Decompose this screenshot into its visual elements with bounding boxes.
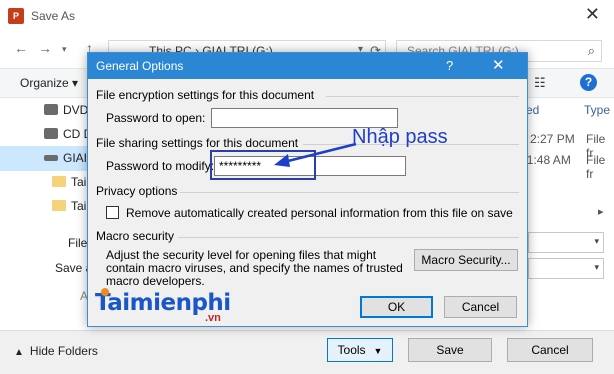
- back-arrow-icon[interactable]: ←: [14, 40, 28, 56]
- nav-item-folder-2[interactable]: Tair: [0, 194, 96, 219]
- save-as-footer: ▲ Hide Folders Tools ▼ Save Cancel: [0, 330, 614, 374]
- ok-button[interactable]: OK: [360, 296, 433, 318]
- hide-folders-label: Hide Folders: [29, 344, 98, 358]
- window-title: Save As: [31, 9, 76, 23]
- recent-dropdown-icon[interactable]: ▾: [62, 44, 67, 55]
- chevron-up-icon: ▲: [14, 347, 24, 358]
- help-icon[interactable]: ?: [580, 74, 597, 91]
- annotation-arrow-icon: [274, 142, 357, 167]
- tools-label: Tools: [337, 343, 366, 357]
- divider: [178, 237, 519, 238]
- divider: [326, 96, 519, 97]
- privacy-header: Privacy options: [96, 184, 178, 198]
- password-open-input[interactable]: [211, 108, 398, 128]
- nav-item-label: GIAI: [63, 151, 88, 165]
- encryption-header: File encryption settings for this docume…: [96, 88, 315, 102]
- chevron-down-icon[interactable]: ▾: [594, 262, 599, 273]
- cd-drive-icon: [44, 128, 58, 139]
- folder-icon: [52, 176, 66, 187]
- nav-item-cd[interactable]: CD D: [0, 122, 96, 147]
- column-header-type[interactable]: Type: [584, 103, 610, 117]
- forward-arrow-icon[interactable]: →: [38, 40, 52, 56]
- row-type: File fr: [586, 153, 606, 181]
- file-name-input[interactable]: ▾: [528, 232, 604, 253]
- privacy-checkbox[interactable]: [106, 206, 119, 219]
- drive-icon: [44, 155, 58, 161]
- sharing-header: File sharing settings for this document: [96, 136, 299, 150]
- general-options-dialog: General Options ? ✕ File encryption sett…: [87, 52, 528, 327]
- nav-item-folder-1[interactable]: Tain: [0, 170, 96, 195]
- password-modify-label: Password to modify:: [106, 159, 215, 173]
- logo-dot-icon: [101, 288, 109, 296]
- nav-item-giai[interactable]: GIAI: [0, 146, 96, 171]
- organize-button[interactable]: Organize ▾: [20, 76, 78, 90]
- folder-icon: [52, 200, 66, 211]
- chevron-down-icon[interactable]: ▾: [594, 236, 599, 247]
- close-icon[interactable]: ✕: [585, 4, 600, 25]
- row-time: 11:48 AM: [521, 153, 571, 167]
- divider: [180, 192, 519, 193]
- annotation-label: Nhập pass: [352, 126, 448, 148]
- tools-button[interactable]: Tools ▼: [327, 338, 393, 362]
- hide-folders-button[interactable]: ▲ Hide Folders: [14, 344, 98, 358]
- logo-suffix: .vn: [205, 312, 221, 324]
- view-options-icon[interactable]: ☷: [534, 75, 546, 91]
- search-icon: ⌕: [587, 43, 595, 58]
- save-as-titlebar: P Save As ✕: [0, 0, 614, 32]
- macro-security-button[interactable]: Macro Security...: [414, 249, 518, 271]
- powerpoint-icon: P: [8, 8, 24, 24]
- watermark-logo: Taimienphi .vn: [95, 288, 235, 324]
- nav-item-dvd[interactable]: DVD: [0, 98, 96, 123]
- chevron-down-icon: ▼: [373, 346, 383, 356]
- macro-desc-line: macro developers.: [106, 274, 205, 288]
- dvd-drive-icon: [44, 104, 58, 115]
- close-icon[interactable]: ✕: [492, 56, 505, 74]
- password-open-label: Password to open:: [106, 111, 206, 125]
- macro-description: Adjust the security level for opening fi…: [106, 249, 406, 288]
- nav-item-label: DVD: [63, 103, 89, 117]
- save-as-type-select[interactable]: ▾: [528, 258, 604, 279]
- scroll-right-icon[interactable]: ▸: [598, 205, 604, 218]
- dialog-title: General Options: [96, 59, 184, 73]
- row-time: 2:27 PM: [530, 132, 575, 146]
- privacy-checkbox-label[interactable]: Remove automatically created personal in…: [126, 206, 513, 220]
- macro-header: Macro security: [96, 229, 175, 243]
- file-name-label: File: [68, 236, 88, 250]
- dialog-cancel-button[interactable]: Cancel: [444, 296, 517, 318]
- navigation-pane: DVD CD D GIAI Tain Tair: [0, 98, 96, 222]
- help-icon[interactable]: ?: [446, 58, 453, 73]
- cancel-button[interactable]: Cancel: [507, 338, 593, 362]
- save-button[interactable]: Save: [408, 338, 492, 362]
- dialog-titlebar: General Options ? ✕: [88, 53, 527, 79]
